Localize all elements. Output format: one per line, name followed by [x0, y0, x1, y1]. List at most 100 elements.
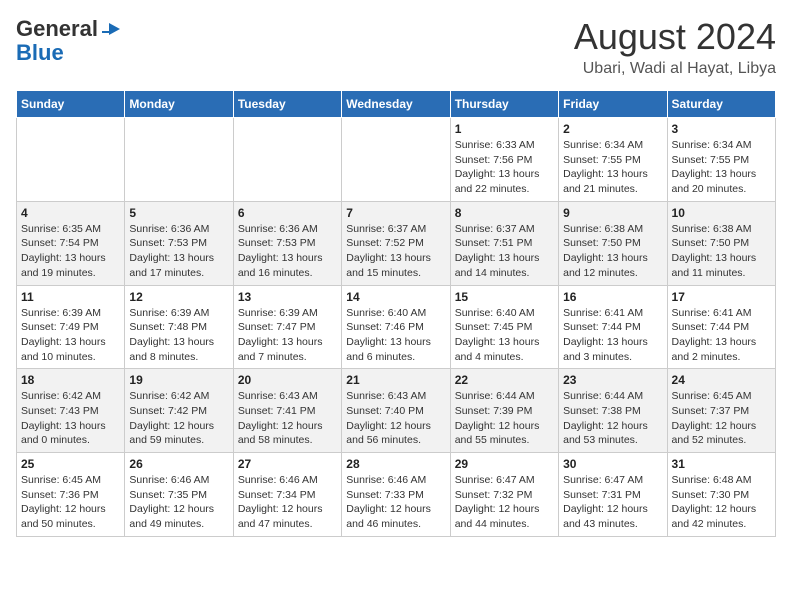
calendar-cell: 4 Sunrise: 6:35 AMSunset: 7:54 PMDayligh…	[17, 201, 125, 285]
logo: General Blue	[16, 16, 120, 64]
day-detail: Sunrise: 6:48 AMSunset: 7:30 PMDaylight:…	[672, 474, 757, 530]
day-detail: Sunrise: 6:41 AMSunset: 7:44 PMDaylight:…	[672, 307, 757, 363]
day-detail: Sunrise: 6:34 AMSunset: 7:55 PMDaylight:…	[563, 139, 648, 195]
day-number: 5	[129, 206, 228, 220]
day-detail: Sunrise: 6:42 AMSunset: 7:42 PMDaylight:…	[129, 390, 214, 446]
calendar-cell: 19 Sunrise: 6:42 AMSunset: 7:42 PMDaylig…	[125, 369, 233, 453]
calendar-cell: 12 Sunrise: 6:39 AMSunset: 7:48 PMDaylig…	[125, 285, 233, 369]
day-detail: Sunrise: 6:45 AMSunset: 7:37 PMDaylight:…	[672, 390, 757, 446]
calendar-cell: 20 Sunrise: 6:43 AMSunset: 7:41 PMDaylig…	[233, 369, 341, 453]
day-detail: Sunrise: 6:42 AMSunset: 7:43 PMDaylight:…	[21, 390, 106, 446]
weekday-header-wednesday: Wednesday	[342, 91, 450, 118]
day-detail: Sunrise: 6:37 AMSunset: 7:52 PMDaylight:…	[346, 223, 431, 279]
calendar-cell: 5 Sunrise: 6:36 AMSunset: 7:53 PMDayligh…	[125, 201, 233, 285]
day-detail: Sunrise: 6:38 AMSunset: 7:50 PMDaylight:…	[672, 223, 757, 279]
calendar-cell: 1 Sunrise: 6:33 AMSunset: 7:56 PMDayligh…	[450, 118, 558, 202]
calendar-cell: 21 Sunrise: 6:43 AMSunset: 7:40 PMDaylig…	[342, 369, 450, 453]
day-detail: Sunrise: 6:36 AMSunset: 7:53 PMDaylight:…	[129, 223, 214, 279]
day-number: 29	[455, 457, 554, 471]
day-number: 4	[21, 206, 120, 220]
day-number: 9	[563, 206, 662, 220]
calendar-cell: 10 Sunrise: 6:38 AMSunset: 7:50 PMDaylig…	[667, 201, 775, 285]
day-number: 21	[346, 373, 445, 387]
day-detail: Sunrise: 6:43 AMSunset: 7:40 PMDaylight:…	[346, 390, 431, 446]
calendar-cell: 9 Sunrise: 6:38 AMSunset: 7:50 PMDayligh…	[559, 201, 667, 285]
day-detail: Sunrise: 6:39 AMSunset: 7:47 PMDaylight:…	[238, 307, 323, 363]
day-number: 13	[238, 290, 337, 304]
day-number: 3	[672, 122, 771, 136]
calendar-cell	[125, 118, 233, 202]
calendar-week-4: 18 Sunrise: 6:42 AMSunset: 7:43 PMDaylig…	[17, 369, 776, 453]
day-number: 31	[672, 457, 771, 471]
day-number: 19	[129, 373, 228, 387]
calendar-cell: 16 Sunrise: 6:41 AMSunset: 7:44 PMDaylig…	[559, 285, 667, 369]
calendar-cell: 2 Sunrise: 6:34 AMSunset: 7:55 PMDayligh…	[559, 118, 667, 202]
calendar-cell: 27 Sunrise: 6:46 AMSunset: 7:34 PMDaylig…	[233, 453, 341, 537]
calendar-cell: 25 Sunrise: 6:45 AMSunset: 7:36 PMDaylig…	[17, 453, 125, 537]
weekday-header-row: SundayMondayTuesdayWednesdayThursdayFrid…	[17, 91, 776, 118]
page-header: General Blue August 2024 Ubari, Wadi al …	[16, 16, 776, 78]
logo-icon	[102, 20, 120, 38]
day-number: 8	[455, 206, 554, 220]
calendar-table: SundayMondayTuesdayWednesdayThursdayFrid…	[16, 90, 776, 537]
day-number: 28	[346, 457, 445, 471]
day-detail: Sunrise: 6:41 AMSunset: 7:44 PMDaylight:…	[563, 307, 648, 363]
calendar-cell: 3 Sunrise: 6:34 AMSunset: 7:55 PMDayligh…	[667, 118, 775, 202]
day-number: 25	[21, 457, 120, 471]
day-detail: Sunrise: 6:45 AMSunset: 7:36 PMDaylight:…	[21, 474, 106, 530]
calendar-week-1: 1 Sunrise: 6:33 AMSunset: 7:56 PMDayligh…	[17, 118, 776, 202]
calendar-cell: 29 Sunrise: 6:47 AMSunset: 7:32 PMDaylig…	[450, 453, 558, 537]
day-detail: Sunrise: 6:47 AMSunset: 7:31 PMDaylight:…	[563, 474, 648, 530]
day-detail: Sunrise: 6:44 AMSunset: 7:39 PMDaylight:…	[455, 390, 540, 446]
calendar-week-3: 11 Sunrise: 6:39 AMSunset: 7:49 PMDaylig…	[17, 285, 776, 369]
weekday-header-thursday: Thursday	[450, 91, 558, 118]
day-number: 14	[346, 290, 445, 304]
day-detail: Sunrise: 6:40 AMSunset: 7:46 PMDaylight:…	[346, 307, 431, 363]
day-number: 18	[21, 373, 120, 387]
day-detail: Sunrise: 6:46 AMSunset: 7:33 PMDaylight:…	[346, 474, 431, 530]
calendar-cell: 28 Sunrise: 6:46 AMSunset: 7:33 PMDaylig…	[342, 453, 450, 537]
day-number: 2	[563, 122, 662, 136]
weekday-header-sunday: Sunday	[17, 91, 125, 118]
day-detail: Sunrise: 6:35 AMSunset: 7:54 PMDaylight:…	[21, 223, 106, 279]
weekday-header-friday: Friday	[559, 91, 667, 118]
day-detail: Sunrise: 6:46 AMSunset: 7:34 PMDaylight:…	[238, 474, 323, 530]
day-number: 24	[672, 373, 771, 387]
calendar-cell: 7 Sunrise: 6:37 AMSunset: 7:52 PMDayligh…	[342, 201, 450, 285]
day-number: 7	[346, 206, 445, 220]
day-detail: Sunrise: 6:39 AMSunset: 7:48 PMDaylight:…	[129, 307, 214, 363]
logo-blue: Blue	[16, 42, 64, 64]
calendar-week-2: 4 Sunrise: 6:35 AMSunset: 7:54 PMDayligh…	[17, 201, 776, 285]
calendar-cell: 8 Sunrise: 6:37 AMSunset: 7:51 PMDayligh…	[450, 201, 558, 285]
day-detail: Sunrise: 6:46 AMSunset: 7:35 PMDaylight:…	[129, 474, 214, 530]
day-detail: Sunrise: 6:34 AMSunset: 7:55 PMDaylight:…	[672, 139, 757, 195]
day-detail: Sunrise: 6:47 AMSunset: 7:32 PMDaylight:…	[455, 474, 540, 530]
day-detail: Sunrise: 6:38 AMSunset: 7:50 PMDaylight:…	[563, 223, 648, 279]
day-detail: Sunrise: 6:33 AMSunset: 7:56 PMDaylight:…	[455, 139, 540, 195]
calendar-cell: 14 Sunrise: 6:40 AMSunset: 7:46 PMDaylig…	[342, 285, 450, 369]
calendar-cell	[233, 118, 341, 202]
calendar-cell	[17, 118, 125, 202]
sub-title: Ubari, Wadi al Hayat, Libya	[574, 60, 776, 78]
calendar-body: 1 Sunrise: 6:33 AMSunset: 7:56 PMDayligh…	[17, 118, 776, 537]
calendar-cell: 11 Sunrise: 6:39 AMSunset: 7:49 PMDaylig…	[17, 285, 125, 369]
weekday-header-monday: Monday	[125, 91, 233, 118]
day-detail: Sunrise: 6:36 AMSunset: 7:53 PMDaylight:…	[238, 223, 323, 279]
calendar-cell: 23 Sunrise: 6:44 AMSunset: 7:38 PMDaylig…	[559, 369, 667, 453]
calendar-cell: 6 Sunrise: 6:36 AMSunset: 7:53 PMDayligh…	[233, 201, 341, 285]
day-number: 12	[129, 290, 228, 304]
day-number: 11	[21, 290, 120, 304]
day-number: 26	[129, 457, 228, 471]
day-detail: Sunrise: 6:37 AMSunset: 7:51 PMDaylight:…	[455, 223, 540, 279]
calendar-week-5: 25 Sunrise: 6:45 AMSunset: 7:36 PMDaylig…	[17, 453, 776, 537]
day-number: 15	[455, 290, 554, 304]
calendar-cell: 26 Sunrise: 6:46 AMSunset: 7:35 PMDaylig…	[125, 453, 233, 537]
weekday-header-saturday: Saturday	[667, 91, 775, 118]
logo-general: General	[16, 16, 98, 42]
day-number: 23	[563, 373, 662, 387]
main-title: August 2024	[574, 16, 776, 58]
calendar-cell: 18 Sunrise: 6:42 AMSunset: 7:43 PMDaylig…	[17, 369, 125, 453]
day-number: 27	[238, 457, 337, 471]
day-detail: Sunrise: 6:39 AMSunset: 7:49 PMDaylight:…	[21, 307, 106, 363]
calendar-cell: 15 Sunrise: 6:40 AMSunset: 7:45 PMDaylig…	[450, 285, 558, 369]
